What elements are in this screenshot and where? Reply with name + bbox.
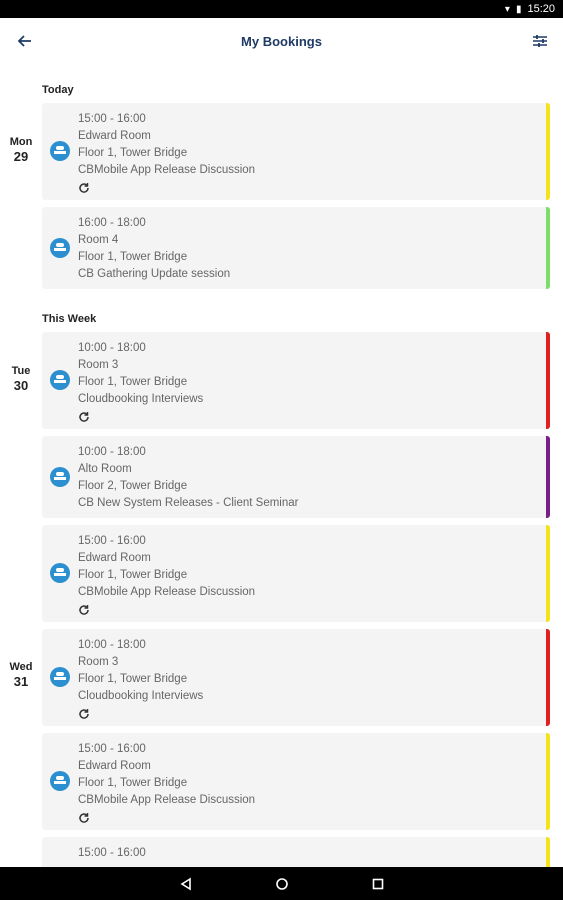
booking-location: Floor 2, Tower Bridge	[78, 480, 188, 492]
booking-title: Cloudbooking Interviews	[78, 690, 204, 702]
recurring-icon	[79, 709, 89, 719]
recurring-icon	[79, 412, 89, 422]
booking-card[interactable]: 15:00 - 16:00 Edward Room Floor 1, Tower…	[42, 525, 550, 622]
system-nav-bar	[0, 867, 563, 900]
back-arrow-icon[interactable]	[14, 30, 36, 52]
section-today: Today	[42, 84, 74, 96]
booking-title: CB Gathering Update session	[78, 268, 231, 280]
booking-room: Room 3	[78, 656, 119, 668]
meeting-room-icon	[50, 563, 70, 583]
booking-location: Floor 1, Tower Bridge	[78, 673, 188, 685]
booking-color-bar	[546, 436, 550, 518]
nav-back-icon[interactable]	[176, 874, 196, 894]
booking-time: 15:00 - 16:00	[78, 743, 146, 755]
booking-card[interactable]: 10:00 - 18:00 Alto Room Floor 2, Tower B…	[42, 436, 550, 518]
booking-card[interactable]: 15:00 - 16:00	[42, 837, 550, 867]
booking-room: Edward Room	[78, 130, 151, 142]
app-bar: My Bookings	[0, 18, 563, 64]
booking-room: Edward Room	[78, 760, 151, 772]
booking-title: CB New System Releases - Client Seminar	[78, 497, 299, 509]
booking-time: 15:00 - 16:00	[78, 535, 146, 547]
day-of-month: 31	[13, 674, 29, 689]
status-time: 15:20	[527, 3, 555, 15]
meeting-room-icon	[50, 467, 70, 487]
recurring-icon	[79, 605, 89, 615]
booking-title: CBMobile App Release Discussion	[78, 164, 256, 176]
day-of-month: 29	[13, 149, 29, 164]
booking-location: Floor 1, Tower Bridge	[78, 147, 188, 159]
booking-color-bar	[546, 629, 550, 726]
day-wed-31: Wed 31	[0, 661, 42, 689]
booking-card[interactable]: 15:00 - 16:00 Edward Room Floor 1, Tower…	[42, 733, 550, 830]
day-tue-30: Tue 30	[0, 365, 42, 393]
booking-time: 15:00 - 16:00	[78, 113, 146, 125]
day-of-week: Wed	[9, 661, 33, 673]
wifi-icon: ▾	[504, 3, 510, 15]
booking-location: Floor 1, Tower Bridge	[78, 251, 188, 263]
bookings-list[interactable]: Today Mon 29 15:00 - 16:00 Edward Room F…	[0, 64, 563, 867]
meeting-room-icon	[50, 141, 70, 161]
booking-card[interactable]: 10:00 - 18:00 Room 3 Floor 1, Tower Brid…	[42, 629, 550, 726]
booking-location: Floor 1, Tower Bridge	[78, 376, 188, 388]
booking-title: Cloudbooking Interviews	[78, 393, 204, 405]
meeting-room-icon	[50, 771, 70, 791]
booking-title: CBMobile App Release Discussion	[78, 794, 256, 806]
battery-icon: ▮	[515, 3, 522, 15]
booking-room: Room 4	[78, 234, 119, 246]
day-of-month: 30	[13, 378, 29, 393]
day-of-week: Mon	[9, 136, 33, 148]
meeting-room-icon	[50, 238, 70, 258]
booking-color-bar	[546, 733, 550, 830]
booking-color-bar	[546, 332, 550, 429]
booking-time: 16:00 - 18:00	[78, 217, 146, 229]
booking-time: 10:00 - 18:00	[78, 639, 146, 651]
section-this-week: This Week	[42, 313, 97, 325]
recurring-icon	[79, 813, 89, 823]
booking-card[interactable]: 15:00 - 16:00 Edward Room Floor 1, Tower…	[42, 103, 550, 200]
booking-room: Room 3	[78, 359, 119, 371]
booking-time: 10:00 - 18:00	[78, 342, 146, 354]
booking-room: Alto Room	[78, 463, 132, 475]
booking-location: Floor 1, Tower Bridge	[78, 777, 188, 789]
day-mon-29: Mon 29	[0, 136, 42, 164]
day-of-week: Tue	[11, 365, 31, 377]
nav-home-icon[interactable]	[272, 874, 292, 894]
booking-card[interactable]: 16:00 - 18:00 Room 4 Floor 1, Tower Brid…	[42, 207, 550, 289]
filter-sliders-icon[interactable]	[529, 30, 551, 52]
page-title: My Bookings	[241, 33, 322, 49]
booking-time: 10:00 - 18:00	[78, 446, 146, 458]
meeting-room-icon	[50, 667, 70, 687]
status-bar: ▾ ▮ 15:20	[0, 0, 563, 18]
booking-time: 15:00 - 16:00	[78, 847, 146, 859]
nav-recents-icon[interactable]	[368, 874, 388, 894]
recurring-icon	[79, 183, 89, 193]
booking-color-bar	[546, 103, 550, 200]
booking-card[interactable]: 10:00 - 18:00 Room 3 Floor 1, Tower Brid…	[42, 332, 550, 429]
meeting-room-icon	[50, 370, 70, 390]
booking-title: CBMobile App Release Discussion	[78, 586, 256, 598]
booking-color-bar	[546, 837, 550, 867]
booking-room: Edward Room	[78, 552, 151, 564]
booking-color-bar	[546, 525, 550, 622]
booking-location: Floor 1, Tower Bridge	[78, 569, 188, 581]
booking-color-bar	[546, 207, 550, 289]
